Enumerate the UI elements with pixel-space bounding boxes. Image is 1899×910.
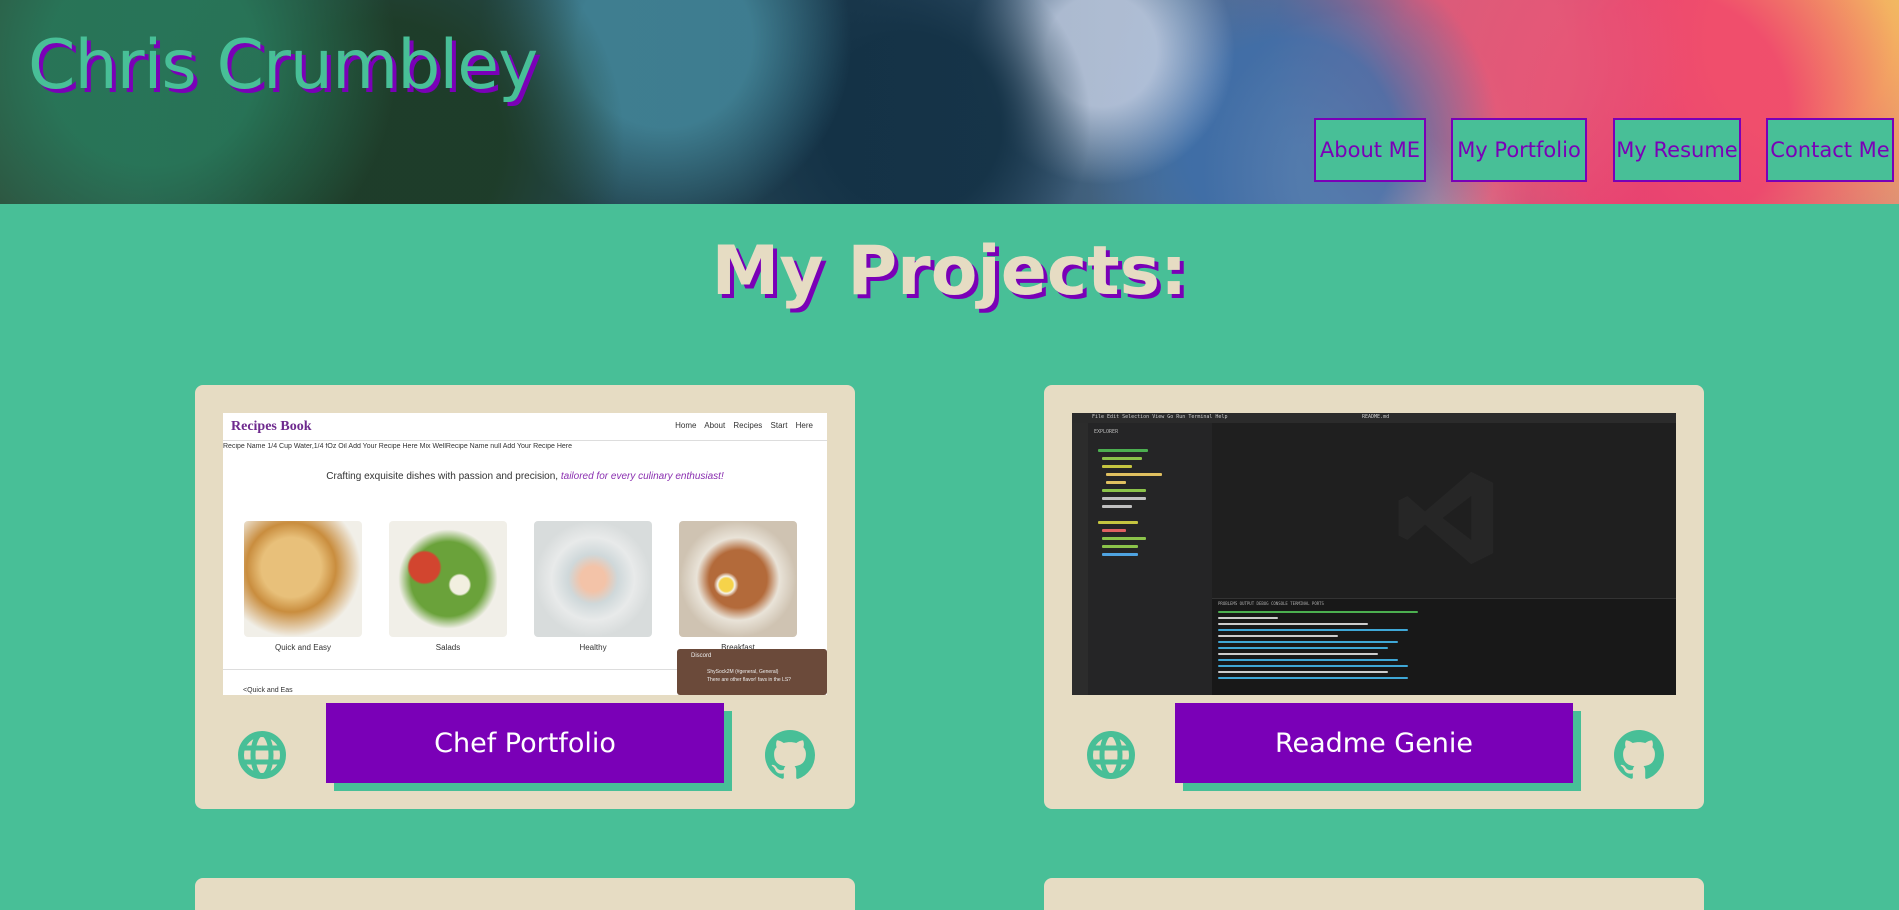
toast-line: ShySock2M (#general, General) <box>707 669 779 675</box>
file-row <box>1106 481 1126 484</box>
header-banner: Chris Crumbley About ME My Portfolio My … <box>0 0 1899 204</box>
globe-icon[interactable] <box>237 730 287 780</box>
terminal-line <box>1218 671 1388 673</box>
terminal-line <box>1218 653 1378 655</box>
page-heading: My Projects: <box>711 232 1188 311</box>
terminal-line <box>1218 623 1368 625</box>
food-image-salad <box>389 521 507 637</box>
toast-line: There are other flavor! favs in the LS? <box>707 677 791 683</box>
nav-about-me[interactable]: About ME <box>1314 118 1426 182</box>
project-title-button[interactable]: Chef Portfolio <box>326 703 724 783</box>
terminal-line <box>1218 611 1418 613</box>
discord-toast: Discord ShySock2M (#general, General) Th… <box>677 649 827 695</box>
screenshot-nav: Home About Recipes Start Here <box>675 421 813 430</box>
vscode-menu: File Edit Selection View Go Run Terminal… <box>1092 414 1228 420</box>
vscode-search: README.md <box>1362 414 1390 420</box>
toast-title: Discord <box>691 653 712 659</box>
nav-my-resume[interactable]: My Resume <box>1613 118 1741 182</box>
screenshot-navbar: Recipes Book Home About Recipes Start He… <box>223 413 827 441</box>
nav-contact-me[interactable]: Contact Me <box>1766 118 1894 182</box>
vscode-explorer: EXPLORER <box>1088 423 1212 695</box>
category-label: Healthy <box>579 643 607 652</box>
file-row <box>1102 465 1132 468</box>
file-row <box>1102 505 1132 508</box>
food-image-breakfast <box>679 521 797 637</box>
project-card-chef-portfolio: Recipes Book Home About Recipes Start He… <box>195 385 855 809</box>
screenshot-lower-label: <Quick and Eas <box>243 687 293 694</box>
project-button-wrap: Readme Genie <box>1175 703 1583 791</box>
file-row <box>1102 489 1146 492</box>
vscode-logo-icon <box>1398 471 1494 565</box>
screenshot-recipe-line: Recipe Name 1/4 Cup Water,1/4 fOz Oil Ad… <box>223 443 573 450</box>
github-icon[interactable] <box>1614 730 1665 780</box>
category-label: Quick and Easy <box>274 643 332 652</box>
file-row <box>1102 537 1146 540</box>
project-screenshot: Recipes Book Home About Recipes Start He… <box>223 413 827 695</box>
terminal-line <box>1218 647 1388 649</box>
vscode-editor <box>1212 423 1676 598</box>
globe-icon[interactable] <box>1086 730 1136 780</box>
terminal-line <box>1218 665 1408 667</box>
vscode-terminal: PROBLEMS OUTPUT DEBUG CONSOLE TERMINAL P… <box>1212 598 1676 695</box>
file-row <box>1106 473 1162 476</box>
project-card-next <box>195 878 855 910</box>
project-card-next <box>1044 878 1704 910</box>
file-row <box>1102 457 1142 460</box>
file-row <box>1098 521 1138 524</box>
category-label: Salads <box>435 643 461 652</box>
project-card-readme-genie: File Edit Selection View Go Run Terminal… <box>1044 385 1704 809</box>
terminal-line <box>1218 659 1398 661</box>
food-image-healthy <box>534 521 652 637</box>
file-row <box>1102 529 1126 532</box>
terminal-line <box>1218 641 1398 643</box>
project-title-button[interactable]: Readme Genie <box>1175 703 1573 783</box>
nav-my-portfolio[interactable]: My Portfolio <box>1451 118 1587 182</box>
vscode-activity-bar <box>1072 423 1088 695</box>
project-screenshot: File Edit Selection View Go Run Terminal… <box>1072 413 1676 695</box>
file-row <box>1102 553 1138 556</box>
site-title: Chris Crumbley <box>28 26 538 105</box>
screenshot-tagline: Crafting exquisite dishes with passion a… <box>326 471 724 482</box>
terminal-line <box>1218 635 1338 637</box>
project-button-wrap: Chef Portfolio <box>326 703 734 791</box>
terminal-line <box>1218 617 1278 619</box>
file-row <box>1102 497 1146 500</box>
file-row <box>1098 449 1148 452</box>
github-icon[interactable] <box>765 730 816 780</box>
food-image-quesadilla <box>244 521 362 637</box>
file-row <box>1102 545 1138 548</box>
explorer-title: EXPLORER <box>1094 429 1119 435</box>
terminal-line <box>1218 629 1408 631</box>
vscode-titlebar: File Edit Selection View Go Run Terminal… <box>1072 413 1676 423</box>
main-nav: About ME My Portfolio My Resume Contact … <box>0 118 1899 182</box>
terminal-line <box>1218 677 1408 679</box>
screenshot-logo: Recipes Book <box>231 419 312 434</box>
terminal-tabs: PROBLEMS OUTPUT DEBUG CONSOLE TERMINAL P… <box>1218 601 1324 606</box>
